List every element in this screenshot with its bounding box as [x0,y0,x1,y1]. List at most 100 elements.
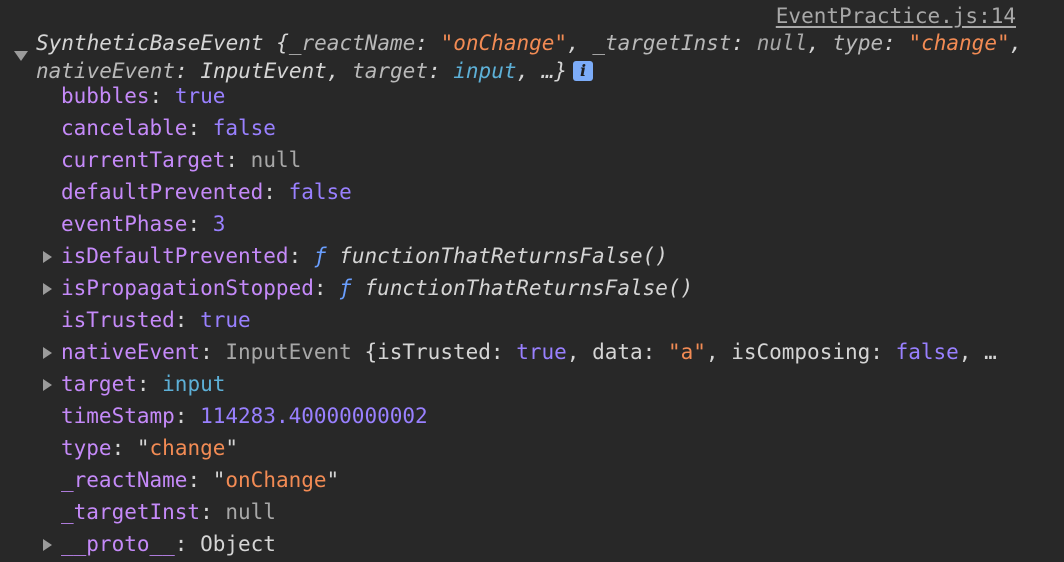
property-key: _reactName [61,468,188,492]
summary-key: type [832,31,884,55]
brace-open: { [276,31,289,55]
comma: , [705,340,732,364]
property-key: bubbles [61,84,150,108]
colon: : [313,276,340,300]
collapse-triangle-icon[interactable] [14,51,28,61]
property-value: 114283.40000000002 [200,404,428,428]
comma: , [958,340,985,364]
quote: " [136,436,150,460]
expand-triangle-icon[interactable] [43,379,52,391]
colon: : [187,212,213,236]
colon: : [490,340,517,364]
property-key: timeStamp [61,404,175,428]
property-row-proto[interactable]: __proto__: Object [0,528,1031,560]
expand-triangle-icon[interactable] [43,539,52,551]
preview-key: isTrusted [377,340,491,364]
property-row-target[interactable]: target: input [0,368,1031,400]
property-value: Object [200,532,276,556]
colon: : [136,372,163,396]
property-row-cancelable: cancelable: false [0,112,1031,144]
property-row-reactName: _reactName: "onChange" [0,464,1031,496]
colon: : [870,340,896,364]
property-key: cancelable [61,116,188,140]
source-file-link[interactable]: EventPractice.js:14 [776,4,1016,28]
colon: : [149,84,175,108]
expand-triangle-icon[interactable] [43,347,52,359]
property-row-bubbles: bubbles: true [0,80,1031,112]
property-row-defaultPrevented: defaultPrevented: false [0,176,1031,208]
object-class-name: SyntheticBaseEvent [36,31,277,55]
property-value: true [200,308,251,332]
property-key: __proto__ [61,532,175,556]
colon: : [174,532,201,556]
property-row-timeStamp: timeStamp: 114283.40000000002 [0,400,1031,432]
colon: : [642,340,668,364]
property-row-isTrusted: isTrusted: true [0,304,1031,336]
colon: : [883,31,909,55]
property-value: null [225,500,276,524]
summary-value: null [756,31,808,55]
property-key: eventPhase [61,212,188,236]
property-row-eventPhase: eventPhase: 3 [0,208,1031,240]
ellipsis: … [984,340,997,364]
summary-key: _reactName [288,31,416,55]
summary-value: "change" [908,31,1010,55]
quote: " [326,468,340,492]
colon: : [200,340,226,364]
colon: : [174,308,201,332]
info-icon[interactable]: i [573,61,594,81]
property-row-type: type: "change" [0,432,1031,464]
comma: , [566,340,593,364]
object-summary[interactable]: SyntheticBaseEvent {_reactName: "onChang… [36,29,1036,85]
comma: , [807,31,833,55]
function-icon: ƒ [313,244,340,268]
expand-triangle-icon[interactable] [43,251,52,263]
quote: " [212,468,226,492]
property-row-nativeEvent[interactable]: nativeEvent: InputEvent {isTrusted: true… [0,336,1031,368]
colon: : [111,436,137,460]
property-row-isDefaultPrevented[interactable]: isDefaultPrevented: ƒ functionThatReturn… [0,240,1031,272]
preview-key: data [592,340,643,364]
property-value: false [288,180,352,204]
property-key: isTrusted [61,308,175,332]
property-key: type [61,436,112,460]
colon: : [288,244,314,268]
colon: : [187,116,213,140]
colon: : [225,148,251,172]
colon: : [200,500,226,524]
function-icon: ƒ [339,276,365,300]
property-key: nativeEvent [61,340,201,364]
property-key: defaultPrevented [61,180,264,204]
property-row-isPropagationStopped[interactable]: isPropagationStopped: ƒ functionThatRetu… [0,272,1031,304]
property-key: isPropagationStopped [61,276,314,300]
property-row-targetInst: _targetInst: null [0,496,1031,528]
preview-key: isComposing [731,340,871,364]
colon: : [174,404,201,428]
property-value: input [162,372,226,396]
property-key: currentTarget [61,148,226,172]
comma: , [1009,31,1023,55]
property-value: change [149,436,226,460]
property-class-name: InputEvent [225,340,365,364]
colon: : [263,180,289,204]
property-key: _targetInst [61,500,201,524]
preview-value: "a" [667,340,706,364]
preview-value: true [516,340,567,364]
property-value: null [250,148,302,172]
property-value: true [174,84,226,108]
colon: : [731,31,757,55]
preview-value: false [895,340,959,364]
property-value: false [212,116,276,140]
property-key: target [61,372,137,396]
summary-key: _targetInst [592,31,732,55]
colon: : [187,468,213,492]
expand-triangle-icon[interactable] [43,283,52,295]
quote: " [225,436,239,460]
summary-value: "onChange" [440,31,568,55]
colon: : [415,31,441,55]
property-value: 3 [212,212,226,236]
property-value: functionThatReturnsFalse() [364,276,694,300]
property-list: bubbles: true cancelable: false currentTar… [0,80,1064,560]
brace-open: { [364,340,378,364]
property-key: isDefaultPrevented [61,244,289,268]
